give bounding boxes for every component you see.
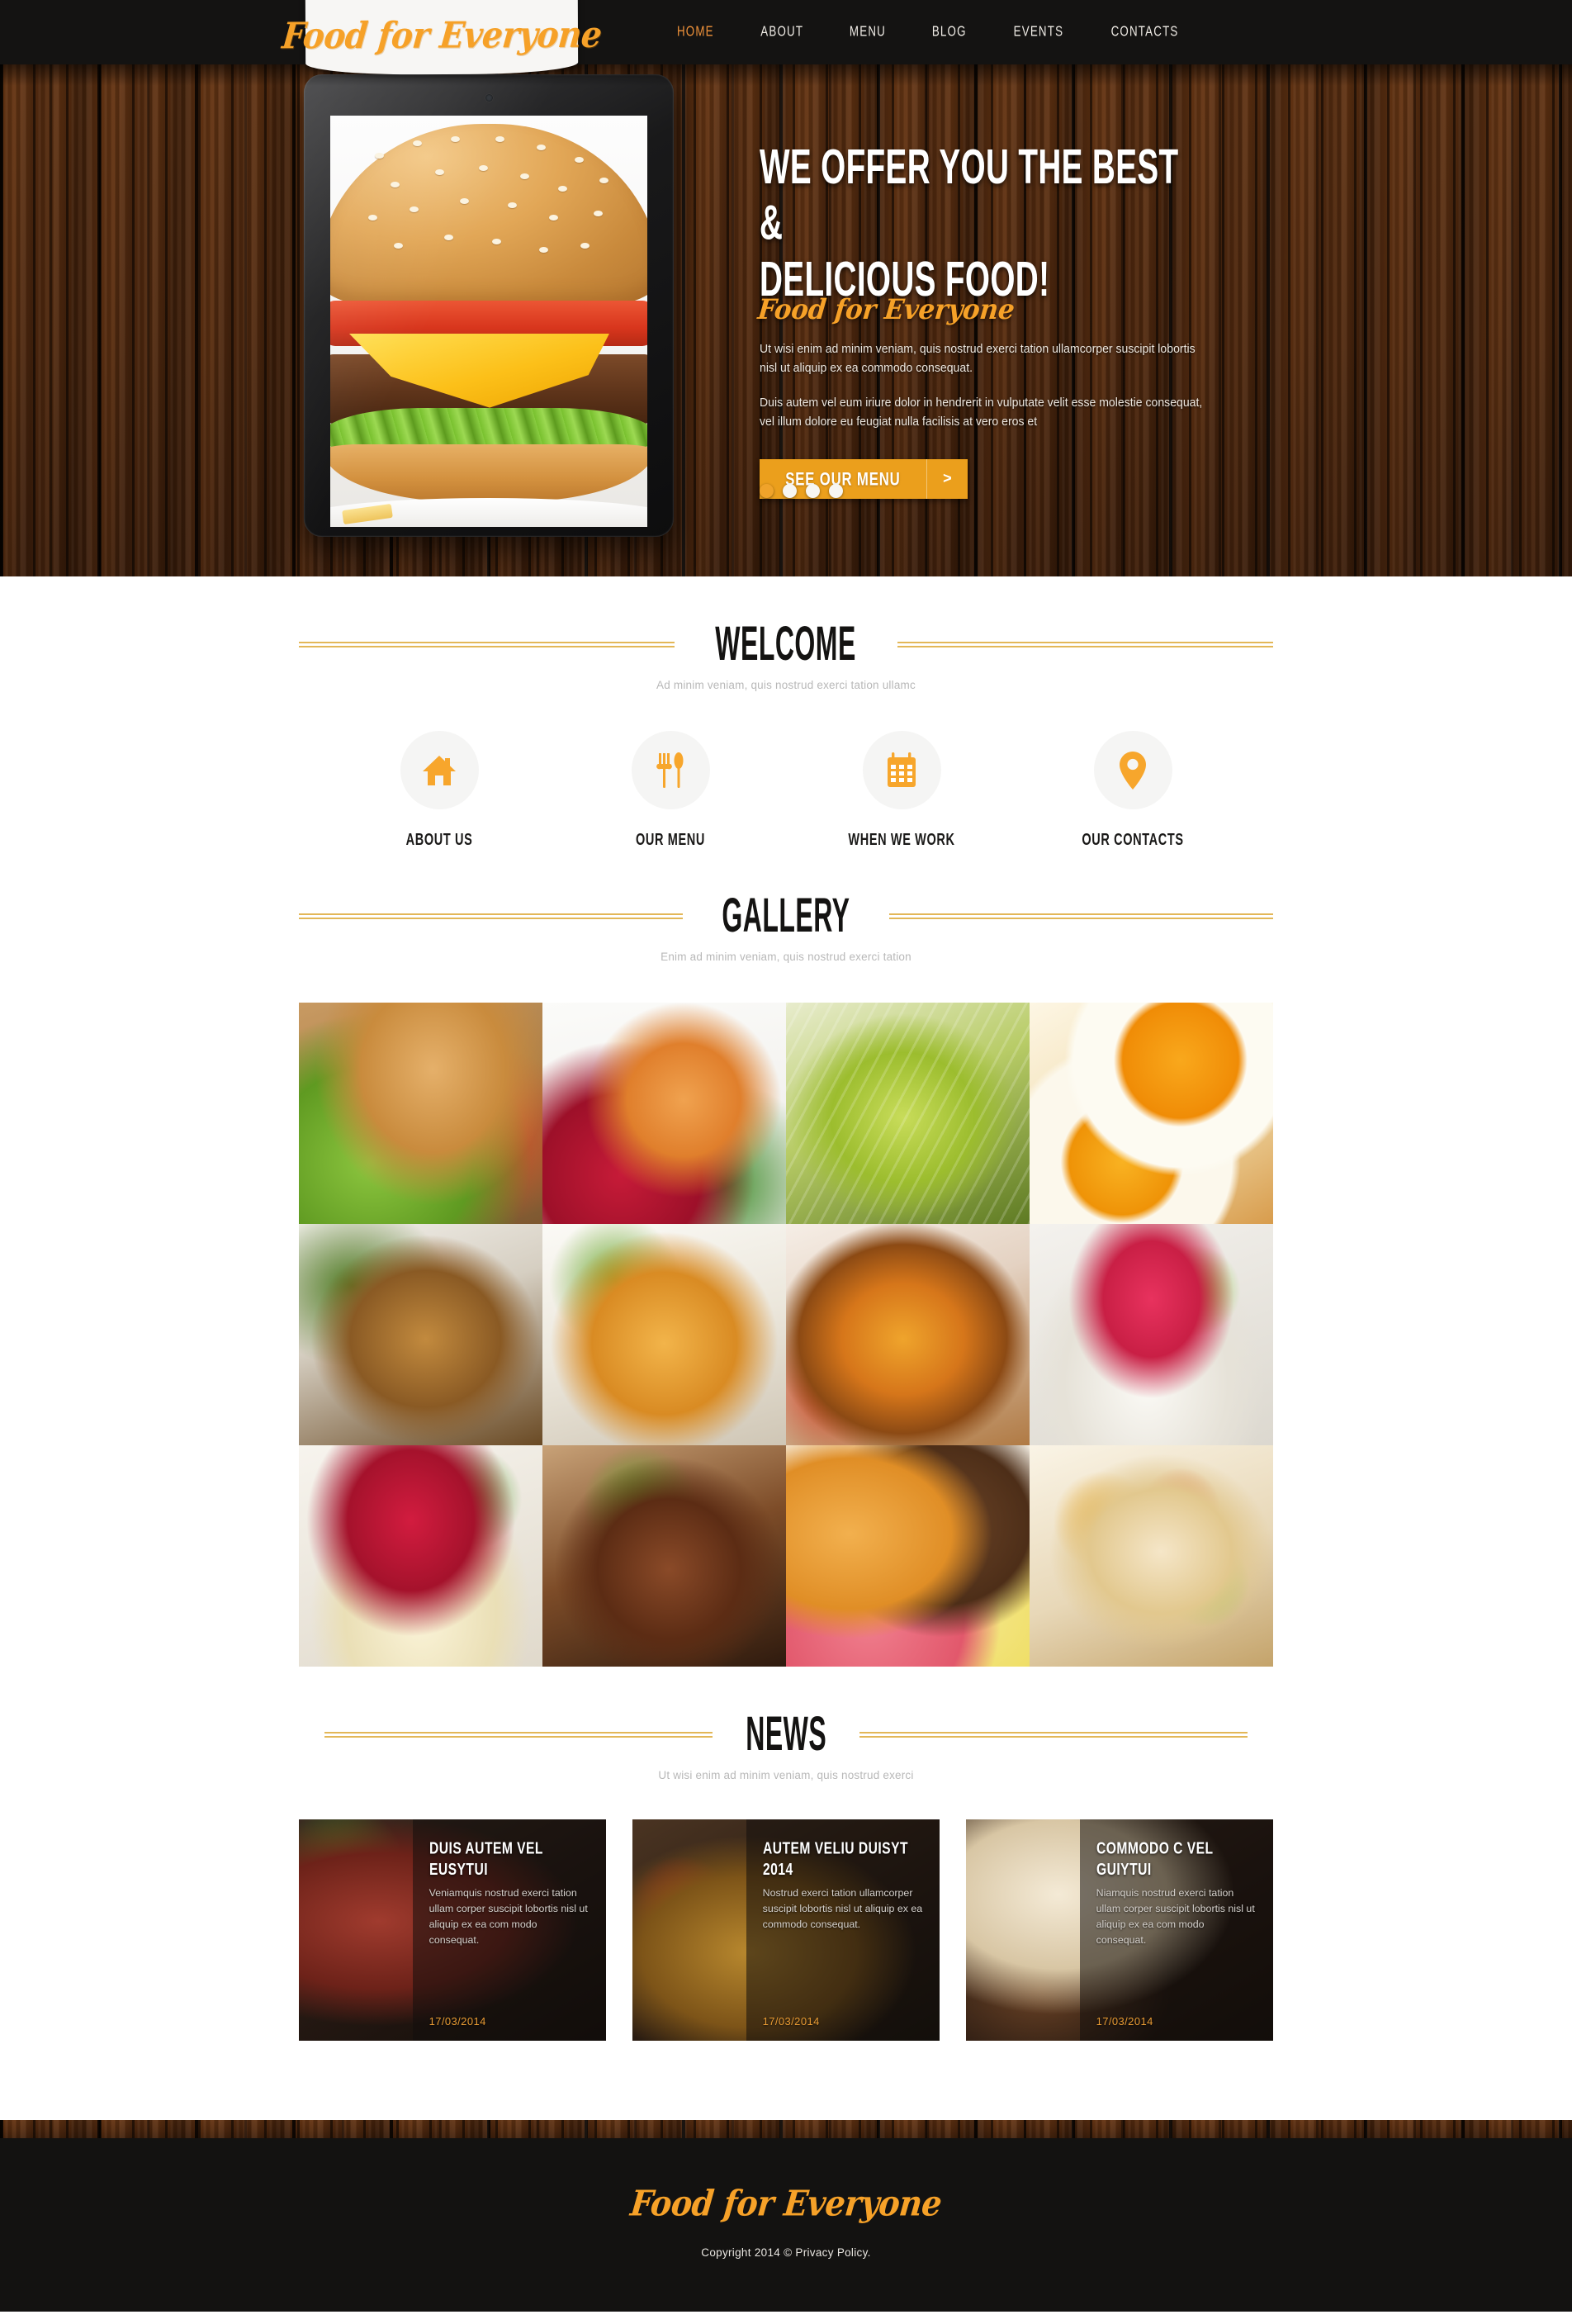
nav-item-about[interactable]: ABOUT	[741, 25, 823, 40]
gallery-tile-4[interactable]	[1030, 1003, 1273, 1224]
arrow-right-icon: >	[926, 458, 968, 499]
feature-our-menu[interactable]: OUR MENU	[588, 731, 753, 850]
news-card-title: COMMODO C VEL GUIYTUI	[1096, 1838, 1213, 1880]
news-card-date: 17/03/2014	[1096, 2015, 1153, 2028]
slider-dot-4[interactable]	[829, 484, 843, 498]
site-logo[interactable]: Food for Everyone	[280, 0, 604, 75]
location-pin-icon	[1120, 751, 1146, 790]
hero-slider: WE OFFER YOU THE BEST & DELICIOUS FOOD! …	[0, 64, 1572, 576]
gallery-tile-5[interactable]	[299, 1224, 542, 1445]
feature-icon-wrap	[862, 731, 941, 809]
welcome-heading-row: WELCOME	[299, 576, 1274, 668]
feature-our-menu-label: OUR MENU	[636, 830, 705, 850]
heading-rule-right	[888, 913, 1273, 919]
tablet-camera-icon	[485, 94, 493, 102]
feature-when-we-work[interactable]: WHEN WE WORK	[819, 731, 984, 850]
gallery-tile-1[interactable]	[299, 1003, 542, 1224]
heading-rule-left	[299, 641, 675, 647]
feature-when-we-work-label: WHEN WE WORK	[848, 830, 955, 850]
news-card-title: AUTEM VELIU DUISYT 2014	[762, 1838, 908, 1880]
nav-item-home[interactable]: HOME	[657, 25, 734, 40]
feature-about-us[interactable]: ABOUT US	[357, 731, 522, 850]
feature-icon-wrap	[631, 731, 710, 809]
feature-icon-wrap	[1093, 731, 1172, 809]
news-card-text: Veniamquis nostrud exerci tation ullam c…	[429, 1887, 588, 1946]
news-title: NEWS	[746, 1708, 826, 1761]
site-header: Food for Everyone HOME ABOUT MENU BLOG E…	[0, 0, 1572, 75]
tablet-screen	[330, 116, 647, 527]
calendar-icon	[888, 752, 916, 787]
feature-icon-wrap	[400, 731, 479, 809]
news-card-2[interactable]: AUTEM VELIU DUISYT 2014 Nostrud exerci t…	[632, 1819, 940, 2041]
gallery-tile-7[interactable]	[786, 1224, 1030, 1445]
news-card-3[interactable]: COMMODO C VEL GUIYTUI Niamquis nostrud e…	[966, 1819, 1273, 2041]
welcome-section: WELCOME Ad minim veniam, quis nostrud ex…	[0, 576, 1572, 850]
site-footer: Food for Everyone Copyright 2014 © Priva…	[0, 2138, 1572, 2312]
nav-item-contacts[interactable]: CONTACTS	[1091, 25, 1199, 40]
main-navigation: HOME ABOUT MENU BLOG EVENTS CONTACTS	[654, 0, 1203, 64]
feature-our-contacts-label: OUR CONTACTS	[1082, 830, 1184, 850]
gallery-tile-10[interactable]	[542, 1445, 786, 1667]
footer-copyright: Copyright 2014 © Privacy Policy.	[701, 2246, 871, 2259]
nav-item-blog[interactable]: BLOG	[912, 25, 987, 40]
feature-list: ABOUT US OUR MENU WHEN WE WORK OUR CONTA…	[299, 691, 1273, 850]
gallery-title: GALLERY	[722, 889, 850, 942]
news-card-body: AUTEM VELIU DUISYT 2014 Nostrud exerci t…	[746, 1819, 940, 2041]
news-card-text: Nostrud exerci tation ullamcorper suscip…	[762, 1887, 923, 1930]
slider-pagination	[760, 484, 843, 498]
tablet-mockup	[304, 74, 674, 537]
nav-item-menu[interactable]: MENU	[830, 25, 906, 40]
gallery-grid	[299, 1003, 1273, 1667]
burger-bun-bottom	[330, 444, 647, 503]
cutlery-icon	[656, 752, 684, 788]
welcome-title: WELCOME	[715, 618, 857, 671]
news-section: NEWS Ut wisi enim ad minim veniam, quis …	[0, 1667, 1572, 2120]
gallery-tile-11[interactable]	[786, 1445, 1030, 1667]
home-icon	[423, 755, 456, 785]
news-card-body: DUIS AUTEM VEL EUSYTUI Veniamquis nostru…	[412, 1819, 606, 2041]
heading-rule-right	[859, 1731, 1248, 1738]
nav-item-events[interactable]: EVENTS	[993, 25, 1082, 40]
gallery-tile-9[interactable]	[299, 1445, 542, 1667]
heading-rule-right	[897, 641, 1274, 647]
footer-wood-divider	[0, 2120, 1572, 2138]
news-card-list: DUIS AUTEM VEL EUSYTUI Veniamquis nostru…	[299, 1819, 1273, 2120]
heading-rule-left	[324, 1731, 713, 1738]
hero-paragraph-1: Ut wisi enim ad minim veniam, quis nostr…	[760, 342, 1196, 376]
gallery-heading-row: GALLERY	[299, 848, 1273, 940]
hero-heading: WE OFFER YOU THE BEST & DELICIOUS FOOD!	[760, 139, 1186, 306]
welcome-subtitle: Ad minim veniam, quis nostrud exerci tat…	[656, 679, 916, 691]
news-card-1[interactable]: DUIS AUTEM VEL EUSYTUI Veniamquis nostru…	[299, 1819, 606, 2041]
slider-dot-1[interactable]	[760, 484, 774, 498]
slider-dot-3[interactable]	[806, 484, 820, 498]
gallery-subtitle: Enim ad minim veniam, quis nostrud exerc…	[661, 951, 911, 963]
gallery-section: GALLERY Enim ad minim veniam, quis nostr…	[0, 848, 1572, 1667]
hero-copy: WE OFFER YOU THE BEST & DELICIOUS FOOD! …	[756, 139, 1255, 499]
news-card-title: DUIS AUTEM VEL EUSYTUI	[429, 1838, 543, 1880]
news-card-date: 17/03/2014	[429, 2015, 486, 2028]
gallery-tile-3[interactable]	[786, 1003, 1030, 1224]
site-logo-text: Food for Everyone	[280, 13, 604, 58]
news-subtitle: Ut wisi enim ad minim veniam, quis nostr…	[658, 1769, 914, 1781]
feature-about-us-label: ABOUT US	[405, 830, 473, 850]
footer-logo[interactable]: Food for Everyone	[628, 2182, 944, 2223]
news-card-text: Niamquis nostrud exerci tation ullam cor…	[1096, 1887, 1255, 1946]
cheeseburger-photo	[330, 116, 647, 527]
news-card-body: COMMODO C VEL GUIYTUI Niamquis nostrud e…	[1079, 1819, 1273, 2041]
feature-our-contacts[interactable]: OUR CONTACTS	[1050, 731, 1215, 850]
news-card-date: 17/03/2014	[762, 2015, 820, 2028]
hero-paragraph-2: Duis autem vel eum iriure dolor in hendr…	[760, 396, 1203, 429]
heading-rule-left	[299, 913, 684, 919]
hero-script-tagline: Food for Everyone	[755, 293, 1016, 326]
gallery-tile-6[interactable]	[542, 1224, 786, 1445]
gallery-tile-12[interactable]	[1030, 1445, 1273, 1667]
gallery-tile-8[interactable]	[1030, 1224, 1273, 1445]
news-heading-row: NEWS	[299, 1667, 1273, 1758]
gallery-tile-2[interactable]	[542, 1003, 786, 1224]
page-root: Food for Everyone HOME ABOUT MENU BLOG E…	[0, 0, 1572, 2312]
hero-heading-line-1: WE OFFER YOU THE BEST &	[760, 139, 1179, 251]
slider-dot-2[interactable]	[783, 484, 797, 498]
